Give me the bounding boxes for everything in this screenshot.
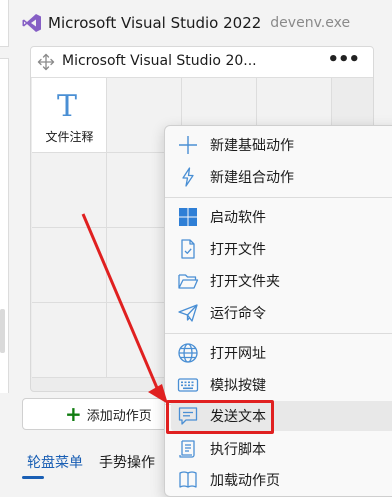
- menu-item-label: 启动软件: [210, 210, 266, 226]
- windows-logo-icon: [179, 208, 197, 226]
- empty-cell[interactable]: [32, 153, 107, 228]
- keyboard-icon: [177, 378, 199, 392]
- menu-item-open-folder[interactable]: 打开文件夹: [171, 266, 392, 296]
- menu-item-label: 新建基础动作: [210, 138, 294, 154]
- folder-icon: [178, 274, 199, 289]
- highlight-box: [166, 400, 274, 434]
- action-cell-label: 文件注释: [45, 130, 94, 144]
- left-panel: [0, 58, 9, 393]
- menu-item-label: 打开文件: [210, 242, 266, 258]
- menu-item-label: 执行脚本: [210, 442, 266, 458]
- context-menu: 新建基础动作 新建组合动作 启动软件 打开文件 打开文件夹 运行命令 打开网址 …: [164, 125, 392, 497]
- add-action-page-label: 添加动作页: [86, 408, 152, 424]
- menu-item-label: 新建组合动作: [210, 170, 294, 186]
- menu-item-open-file[interactable]: 打开文件: [171, 234, 392, 264]
- menu-item-run-script[interactable]: 执行脚本: [171, 434, 392, 464]
- tab-gesture[interactable]: 手势操作: [99, 452, 155, 472]
- menu-item-launch-software[interactable]: 启动软件: [171, 202, 392, 232]
- menu-item-new-combo-action[interactable]: 新建组合动作: [171, 162, 392, 192]
- tab-wheel-menu[interactable]: 轮盘菜单: [27, 452, 83, 472]
- add-action-page-button[interactable]: + 添加动作页: [22, 398, 172, 430]
- menu-item-label: 运行命令: [210, 306, 266, 322]
- app-title: Microsoft Visual Studio 2022: [48, 14, 262, 32]
- menu-item-label: 打开网址: [210, 346, 266, 362]
- empty-cell[interactable]: [32, 228, 107, 303]
- left-panel-top: [0, 0, 9, 47]
- plus-icon: +: [65, 402, 82, 426]
- menu-item-label: 模拟按键: [210, 378, 266, 394]
- visual-studio-logo-icon: [22, 14, 41, 32]
- book-icon: [179, 471, 197, 488]
- active-tab-indicator: [22, 476, 44, 479]
- scrollbar-thumb[interactable]: [0, 309, 5, 353]
- menu-item-load-action-page[interactable]: 加载动作页: [171, 465, 392, 495]
- menu-item-label: 加载动作页: [210, 473, 280, 489]
- menu-item-new-basic-action[interactable]: 新建基础动作: [171, 130, 392, 160]
- send-icon: [178, 304, 198, 322]
- empty-cell[interactable]: [32, 303, 107, 378]
- script-icon: [179, 440, 195, 458]
- plus-icon: [179, 136, 197, 154]
- more-options-button[interactable]: •••: [327, 49, 360, 70]
- menu-separator: [165, 333, 392, 334]
- document-check-icon: [181, 239, 195, 259]
- text-t-icon: T: [57, 89, 78, 124]
- process-name: devenv.exe: [270, 15, 351, 31]
- menu-separator: [165, 197, 392, 198]
- menu-item-simulate-keys[interactable]: 模拟按键: [171, 370, 392, 400]
- app-title-row[interactable]: Microsoft Visual Studio 2022 devenv.exe: [22, 10, 350, 36]
- globe-icon: [178, 343, 198, 363]
- move-icon[interactable]: [37, 53, 55, 71]
- menu-item-label: 打开文件夹: [210, 274, 280, 290]
- card-header: Microsoft Visual Studio 20... •••: [31, 47, 373, 78]
- card-title: Microsoft Visual Studio 20...: [62, 53, 257, 69]
- menu-item-open-url[interactable]: 打开网址: [171, 338, 392, 368]
- lightning-icon: [182, 167, 194, 187]
- menu-item-run-command[interactable]: 运行命令: [171, 298, 392, 328]
